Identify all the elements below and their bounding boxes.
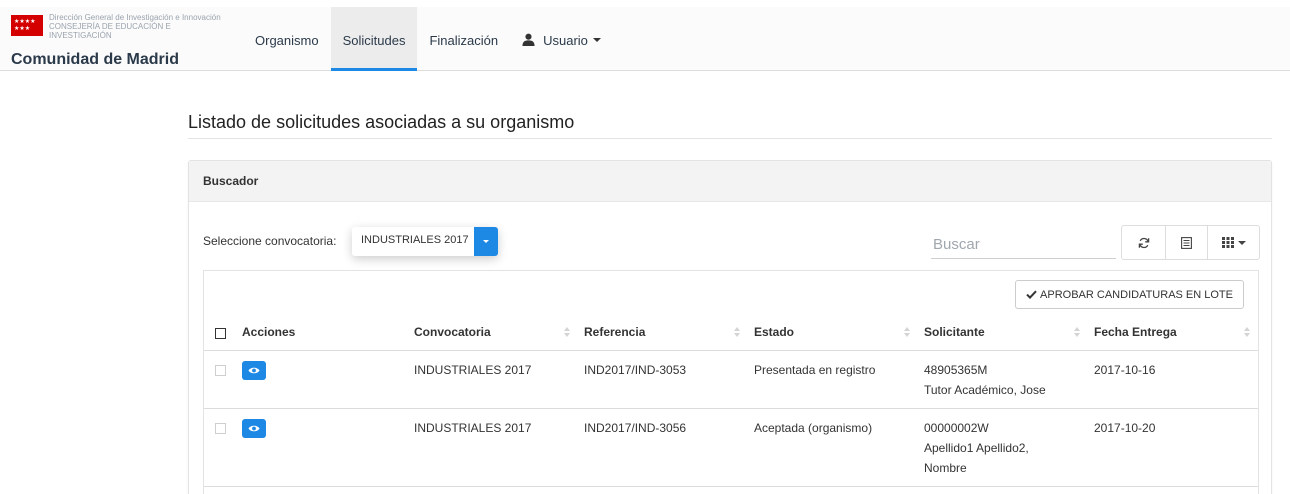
list-view-icon bbox=[1181, 236, 1192, 249]
column-header-estado[interactable]: Estado bbox=[748, 315, 918, 351]
user-menu[interactable]: Usuario bbox=[510, 7, 613, 71]
panel-heading-title: Buscador bbox=[203, 174, 259, 188]
search-input[interactable] bbox=[931, 227, 1116, 259]
toggle-view-button[interactable] bbox=[1166, 226, 1208, 259]
chevron-down-icon bbox=[1237, 240, 1246, 245]
row-select-cell bbox=[204, 350, 236, 409]
cell-convocatoria: INDUSTRIALES 2017 bbox=[408, 350, 578, 409]
solicitudes-table: Acciones Convocatoria Referencia Estado bbox=[204, 315, 1258, 487]
solicitante-id: 00000002W bbox=[924, 420, 989, 435]
table-toolbar bbox=[1121, 225, 1260, 260]
sort-icon bbox=[564, 327, 570, 338]
title-divider bbox=[188, 138, 1272, 139]
cell-referencia: IND2017/IND-3056 bbox=[578, 408, 748, 487]
solicitante-nombre-cont: Nombre bbox=[924, 460, 967, 475]
nav-item-organismo[interactable]: Organismo bbox=[243, 7, 331, 71]
chevron-down-icon bbox=[592, 38, 601, 42]
sort-icon bbox=[904, 327, 910, 338]
cell-solicitante: 48905365M Tutor Académico, Jose bbox=[918, 350, 1088, 409]
eye-icon bbox=[248, 425, 260, 431]
brand-line-2: CONSEJERÍA DE EDUCACIÓN E bbox=[49, 22, 171, 31]
sort-icon bbox=[734, 327, 740, 338]
madrid-flag-logo: ★★★★ ★★★ bbox=[11, 15, 43, 36]
cell-referencia: IND2017/IND-3053 bbox=[578, 350, 748, 409]
sort-icon bbox=[1074, 327, 1080, 338]
row-checkbox[interactable] bbox=[215, 364, 226, 376]
row-actions-cell bbox=[236, 350, 408, 409]
view-button[interactable] bbox=[242, 418, 266, 438]
refresh-icon bbox=[1138, 237, 1149, 248]
nav-item-solicitudes[interactable]: Solicitudes bbox=[330, 7, 418, 71]
solicitante-nombre: Tutor Académico, Jose bbox=[924, 382, 1046, 397]
column-header-fecha-entrega[interactable]: Fecha Entrega bbox=[1088, 315, 1258, 351]
chevron-down-icon bbox=[483, 240, 489, 243]
table-header-row: Acciones Convocatoria Referencia Estado bbox=[204, 315, 1258, 351]
check-icon bbox=[1026, 290, 1037, 299]
refresh-button[interactable] bbox=[1122, 226, 1166, 259]
select-all-cell bbox=[204, 315, 236, 351]
top-navbar: ★★★★ ★★★ Dirección General de Investigac… bbox=[0, 7, 1290, 71]
nav-item-finalizacion[interactable]: Finalización bbox=[417, 7, 510, 71]
cell-fecha-entrega: 2017-10-16 bbox=[1088, 350, 1258, 409]
column-header-solicitante[interactable]: Solicitante bbox=[918, 315, 1088, 351]
row-checkbox[interactable] bbox=[215, 422, 226, 434]
cell-fecha-entrega: 2017-10-20 bbox=[1088, 408, 1258, 487]
column-header-convocatoria[interactable]: Convocatoria bbox=[408, 315, 578, 351]
select-all-checkbox[interactable] bbox=[215, 327, 226, 339]
user-icon bbox=[522, 33, 535, 46]
brand-line-1: Dirección General de Investigación e Inn… bbox=[49, 13, 221, 22]
approve-batch-button[interactable]: APROBAR CANDIDATURAS EN LOTE bbox=[1015, 280, 1244, 309]
brand-logo[interactable]: ★★★★ ★★★ Dirección General de Investigac… bbox=[11, 13, 221, 69]
brand-title: Comunidad de Madrid bbox=[11, 51, 179, 68]
row-actions-cell bbox=[236, 408, 408, 487]
table-row: INDUSTRIALES 2017 IND2017/IND-3056 Acept… bbox=[204, 408, 1258, 487]
user-menu-label: Usuario bbox=[543, 32, 588, 48]
view-button[interactable] bbox=[242, 360, 266, 380]
convocatoria-select-value: INDUSTRIALES 2017 bbox=[361, 234, 469, 246]
page-title: Listado de solicitudes asociadas a su or… bbox=[188, 112, 575, 132]
buscador-panel: Buscador Seleccione convocatoria: INDUST… bbox=[188, 160, 1272, 494]
solicitante-id: 48905365M bbox=[924, 362, 988, 377]
convocatoria-select[interactable]: INDUSTRIALES 2017 bbox=[352, 227, 498, 256]
panel-heading: Buscador bbox=[189, 161, 1271, 202]
sort-icon bbox=[1244, 327, 1250, 338]
cell-solicitante: 00000002W Apellido1 Apellido2, Nombre bbox=[918, 408, 1088, 487]
cell-estado: Aceptada (organismo) bbox=[748, 408, 918, 487]
brand-subtitle: Dirección General de Investigación e Inn… bbox=[49, 13, 249, 40]
column-header-referencia[interactable]: Referencia bbox=[578, 315, 748, 351]
nav-item-label: Organismo bbox=[255, 32, 319, 48]
solicitante-nombre: Apellido1 Apellido2, bbox=[924, 440, 1029, 455]
convocatoria-select-label: Seleccione convocatoria: bbox=[203, 234, 337, 248]
nav-item-label: Solicitudes bbox=[342, 32, 406, 48]
main-nav: Organismo Solicitudes Finalización Usuar… bbox=[243, 7, 613, 71]
cell-estado: Presentada en registro bbox=[748, 350, 918, 409]
nav-item-label: Finalización bbox=[429, 32, 499, 48]
cell-convocatoria: INDUSTRIALES 2017 bbox=[408, 408, 578, 487]
approve-batch-label: APROBAR CANDIDATURAS EN LOTE bbox=[1040, 288, 1233, 301]
brand-line-3: INVESTIGACIÓN bbox=[49, 31, 112, 40]
column-header-acciones: Acciones bbox=[236, 315, 408, 351]
solicitudes-table-container: APROBAR CANDIDATURAS EN LOTE Acciones Co… bbox=[203, 270, 1259, 494]
eye-icon bbox=[248, 367, 260, 373]
select-dropdown-button[interactable] bbox=[474, 227, 498, 256]
row-select-cell bbox=[204, 408, 236, 487]
table-row: INDUSTRIALES 2017 IND2017/IND-3053 Prese… bbox=[204, 350, 1258, 409]
columns-dropdown-button[interactable] bbox=[1208, 226, 1259, 259]
columns-icon bbox=[1221, 237, 1234, 248]
